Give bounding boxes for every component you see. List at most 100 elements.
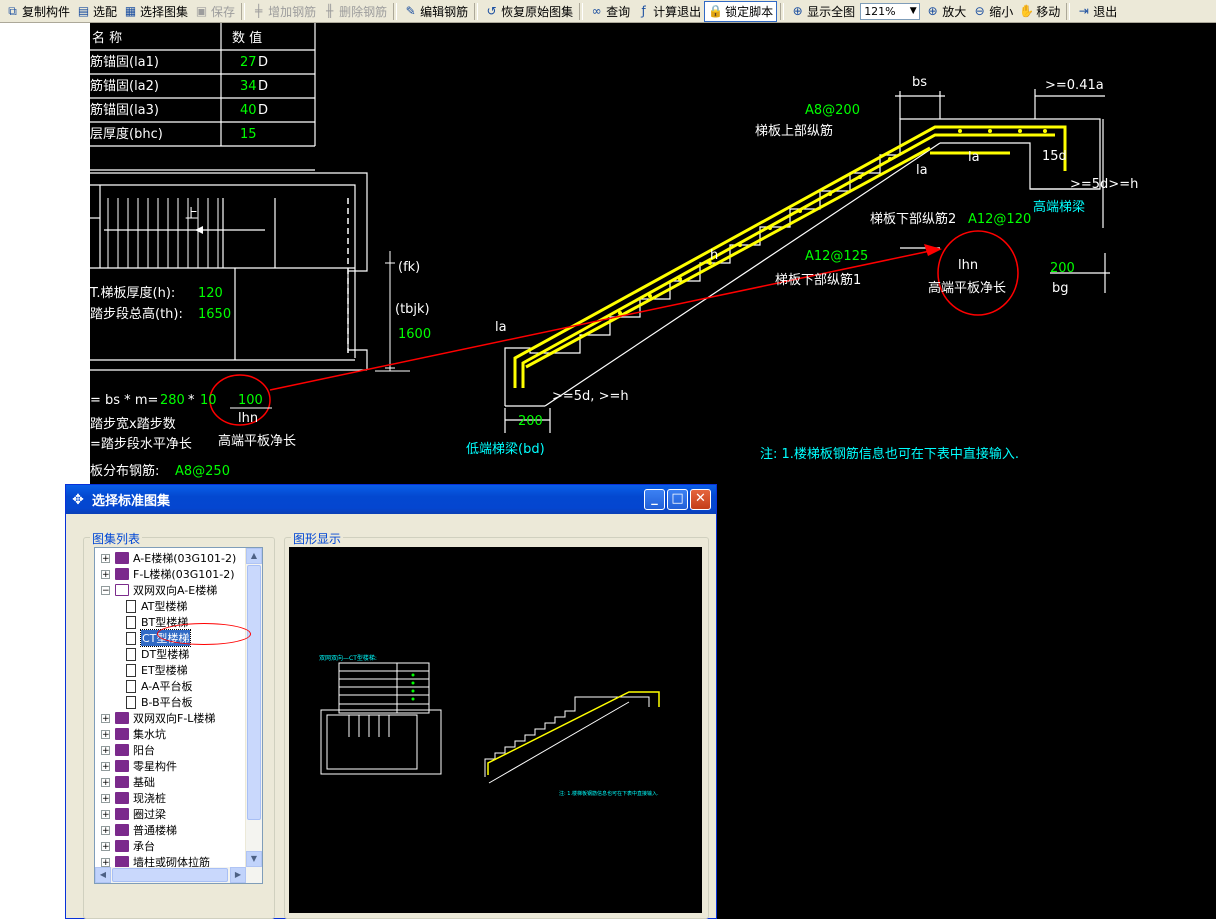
tree-item[interactable]: + 阳台 [101,742,155,758]
tree-item[interactable]: + 双网双向F-L楼梯 [101,710,215,726]
la-label: la [968,150,980,165]
table-row-value[interactable]: 34 [240,79,257,94]
toolbar-button-1[interactable]: ▤ 选配 [73,1,120,22]
formula-m-value[interactable]: 10 [200,393,217,408]
tree-item[interactable]: + 基础 [101,774,155,790]
dist-rebar-value[interactable]: A8@250 [175,464,230,479]
toolbar-button-3[interactable]: ▣ 保存 [191,1,238,22]
toolbar-button-15[interactable]: ⇥ 退出 [1073,1,1120,22]
select-atlas-icon: ▦ [124,3,137,18]
toolbar-button-9[interactable]: ƒ 计算退出 [633,1,704,22]
tree-item[interactable]: A-A平台板 [123,678,193,694]
step-height-value[interactable]: 1650 [198,307,231,322]
expand-icon[interactable]: + [101,745,110,755]
expand-icon[interactable]: + [101,825,110,835]
toolbar-button-10[interactable]: 🔒 锁定脚本 [704,0,778,22]
tbjk-label: (tbjk) [395,302,430,317]
minimize-button[interactable]: _ [644,489,665,510]
toolbar-button-4[interactable]: ╪ 增加钢筋 [248,1,319,22]
toolbar-button-5[interactable]: ╫ 删除钢筋 [319,1,390,22]
tree-item[interactable]: + 圈过梁 [101,806,166,822]
upper-rebar-value[interactable]: A8@200 [805,103,860,118]
expand-icon[interactable]: + [101,569,110,579]
scroll-thumb[interactable] [247,565,261,820]
dialog-titlebar[interactable]: ✥ 选择标准图集 [66,485,716,514]
lower-rebar1-label: 梯板下部纵筋1 [775,272,861,288]
bs-label: bs [912,75,927,90]
lhn-low-value[interactable]: 100 [238,393,263,408]
tbjk-value[interactable]: 1600 [398,327,431,342]
ct-thickness-value[interactable]: 120 [198,286,223,301]
close-button[interactable]: ✕ [690,489,711,510]
tree-item[interactable]: − 双网双向A-E楼梯 [101,582,217,598]
atlas-tree[interactable]: + A-E楼梯(03G101-2) + F-L楼梯(03G101-2) − 双网双向A-E… [94,547,263,884]
table-row-value[interactable]: 40 [240,103,257,118]
h-scroll-thumb[interactable] [112,868,228,882]
save-icon: ▣ [195,3,208,18]
lower-rebar2-value[interactable]: A12@120 [968,212,1031,227]
table-row-value[interactable]: 27 [240,55,257,70]
book-icon [115,824,129,836]
tree-item[interactable]: AT型楼梯 [123,598,187,614]
expand-icon[interactable]: + [101,553,110,563]
main-toolbar: ⧉ 复制构件 ▤ 选配 ▦ 选择图集 ▣ 保存 ╪ 增加钢筋 ╫ 删除钢筋 ✎ 编辑钢筋 ↺ 恢复原始图集 ∞ 查… [0,0,1216,23]
tree-vertical-scrollbar[interactable]: ▲ ▼ [245,548,262,867]
toolbar-button-2[interactable]: ▦ 选择图集 [120,1,191,22]
toolbar-separator [780,2,785,20]
toolbar-button-6[interactable]: ✎ 编辑钢筋 [400,1,471,22]
tree-item[interactable]: + 普通楼梯 [101,822,177,838]
expand-icon[interactable]: + [101,793,110,803]
exit-icon: ⇥ [1078,3,1089,18]
tree-item[interactable]: + A-E楼梯(03G101-2) [101,550,236,566]
tree-item-label: 集水坑 [133,728,166,741]
expand-icon[interactable]: + [101,713,110,723]
bd-value[interactable]: 200 [518,414,543,429]
expand-icon[interactable]: + [101,777,110,787]
tree-item[interactable]: + 集水坑 [101,726,166,742]
zoom-select[interactable]: 121% ▼ [860,2,921,20]
toolbar-button-label: 计算退出 [653,4,702,19]
toolbar-button-0[interactable]: ⧉ 复制构件 [2,1,73,22]
toolbar-button-13[interactable]: ⊖ 缩小 [969,1,1016,22]
scroll-right-button[interactable]: ▶ [230,867,246,883]
toolbar-button-11[interactable]: ⊕ 显示全图 [787,1,858,22]
tree-item[interactable]: + 现浇桩 [101,790,166,806]
zoom-value: 121% [864,4,896,18]
maximize-button[interactable]: □ [667,489,688,510]
bg-value[interactable]: 200 [1050,261,1075,276]
tree-item[interactable]: ET型楼梯 [123,662,188,678]
expand-icon[interactable]: + [101,729,110,739]
tree-horizontal-scrollbar[interactable]: ◀ ▶ [95,867,262,883]
tree-item[interactable]: + 承台 [101,838,155,854]
table-row-value[interactable]: 15 [240,127,257,142]
expand-icon[interactable]: + [101,857,110,867]
toolbar-separator [579,2,584,20]
book-icon [115,568,129,580]
toolbar-button-7[interactable]: ↺ 恢复原始图集 [481,1,576,22]
toolbar-button-12[interactable]: ⊕ 放大 [922,1,969,22]
table-row-name: 筋锚固(la2) [90,78,159,94]
book-icon [115,552,129,564]
min-5d-h-label: >=5d, >=h [552,389,629,404]
lower-rebar1-value[interactable]: A12@125 [805,249,868,264]
chevron-down-icon[interactable]: ▼ [907,6,919,16]
min-041la-label: >=0.41a [1045,78,1104,93]
expand-icon[interactable]: + [101,841,110,851]
scroll-down-button[interactable]: ▼ [246,851,262,867]
high-beam-label: 高端梯梁 [1033,199,1085,215]
tree-item-label: 现浇桩 [133,792,166,805]
collapse-icon[interactable]: − [101,585,110,595]
table-row-unit: D [258,55,268,70]
toolbar-button-8[interactable]: ∞ 查询 [586,1,633,22]
scroll-left-button[interactable]: ◀ [95,867,111,883]
tree-item[interactable]: B-B平台板 [123,694,193,710]
expand-icon[interactable]: + [101,761,110,771]
tree-item-label: 普通楼梯 [133,824,177,837]
tree-item[interactable]: + 零星构件 [101,758,177,774]
tree-item[interactable]: + F-L楼梯(03G101-2) [101,566,235,582]
formula-bs-value[interactable]: 280 [160,393,185,408]
tree-item[interactable]: DT型楼梯 [123,646,189,662]
expand-icon[interactable]: + [101,809,110,819]
scroll-up-button[interactable]: ▲ [246,548,262,564]
toolbar-button-14[interactable]: ✋ 移动 [1016,1,1063,22]
